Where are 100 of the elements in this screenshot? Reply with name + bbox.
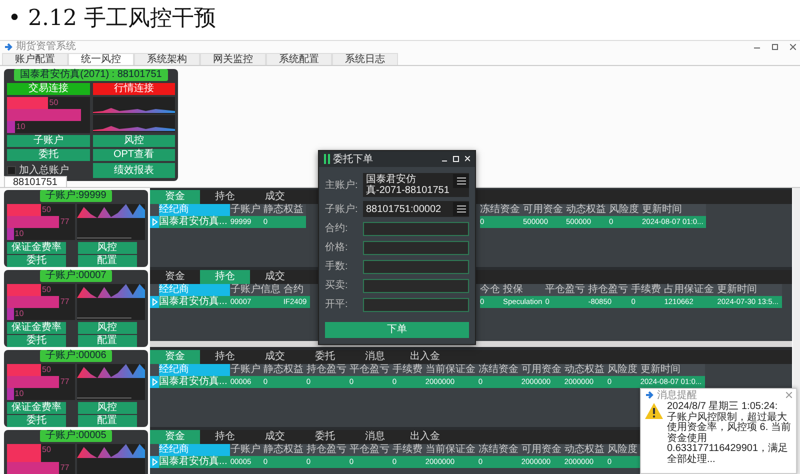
tab[interactable]: 统一风控 [68, 53, 134, 65]
column-header: 今仓 [480, 284, 503, 296]
row-indicator[interactable] [150, 376, 159, 388]
action-button[interactable]: 配置 [78, 255, 137, 267]
page-heading: • 2.12 手工风控干预 [7, 5, 217, 33]
column-header: 子账户 [230, 364, 264, 376]
action-button[interactable]: 保证金费率 [7, 402, 66, 414]
column-header: 经纪商 [159, 364, 230, 376]
action-button[interactable]: 委托 [7, 335, 66, 347]
action-button[interactable]: 保证金费率 [7, 322, 66, 334]
column-header: 冻结资金 [478, 444, 522, 456]
menu-button[interactable] [453, 174, 469, 188]
app-icon [324, 154, 330, 164]
table-cell: 国泰君安仿真... [159, 456, 230, 468]
sparkline-drawing [77, 284, 145, 320]
action-button[interactable]: 风控 [78, 242, 137, 254]
input-field[interactable] [363, 298, 469, 312]
action-button[interactable]: 保证金费率 [7, 242, 66, 254]
column-header: 手续费 [631, 284, 664, 296]
column-header: 动态权益 [564, 444, 608, 456]
tab[interactable]: 网关监控 [200, 53, 266, 65]
field-label: 主账户: [325, 178, 359, 192]
connection-button[interactable]: 行情连接 [92, 83, 175, 95]
tab[interactable]: 系统配置 [266, 53, 332, 65]
tab[interactable]: 持仓 [200, 190, 250, 204]
action-button[interactable]: 配置 [78, 335, 137, 347]
column-header: 占用保证金 [664, 284, 718, 296]
row-pointer-icon [152, 218, 158, 226]
column-header: 更新时间 [717, 284, 782, 296]
row-pointer-icon [152, 298, 158, 306]
tab[interactable]: 系统日志 [332, 53, 398, 65]
submit-button[interactable]: 下单 [325, 322, 469, 338]
tab[interactable]: 资金 [150, 350, 200, 364]
action-button[interactable]: 委托 [7, 255, 66, 267]
bar-value: 50 [41, 366, 51, 374]
tab[interactable]: 成交 [250, 190, 300, 204]
column-header: 手续费 [392, 444, 426, 456]
column-header: 风险度 [609, 204, 642, 216]
row-indicator[interactable] [150, 296, 159, 308]
tab[interactable]: 消息 [350, 350, 400, 364]
tab[interactable]: 委托 [300, 350, 350, 364]
column-header: 风险度 [607, 364, 640, 376]
input-field[interactable] [363, 222, 469, 236]
action-button[interactable]: 风控 [78, 402, 137, 414]
menu-button[interactable] [453, 202, 469, 216]
tab[interactable]: 资金 [150, 430, 200, 444]
column-header: 投保 [503, 284, 546, 296]
header-corner [150, 204, 159, 216]
maximize-icon[interactable] [772, 44, 778, 50]
tab[interactable]: 委托 [300, 430, 350, 444]
tab[interactable]: 系统架构 [134, 53, 200, 65]
column-header: 静态权益 [263, 444, 306, 456]
action-button[interactable]: 绩效报表 [92, 163, 175, 178]
column-header: 合约 [283, 284, 310, 296]
action-button[interactable]: 风控 [78, 322, 137, 334]
column-header: 当前保证金 [425, 444, 478, 456]
menu-icon [456, 177, 466, 185]
tab[interactable]: 出入金 [400, 350, 450, 364]
tab[interactable]: 持仓 [200, 270, 250, 284]
tab[interactable]: 账户配置 [2, 53, 68, 65]
action-button[interactable]: 委托 [7, 415, 66, 427]
input-field[interactable] [363, 240, 469, 254]
row-indicator[interactable] [150, 456, 159, 468]
input-field[interactable] [363, 260, 469, 274]
account-title: 子账户:99999 [40, 190, 112, 202]
column-header: 手续费 [392, 364, 426, 376]
action-button[interactable]: 委托 [7, 149, 90, 161]
action-button[interactable]: 子账户 [7, 135, 90, 147]
tab[interactable]: 持仓 [200, 430, 250, 444]
tab[interactable]: 持仓 [200, 350, 250, 364]
action-button[interactable]: 配置 [78, 415, 137, 427]
column-header: 更新时间 [640, 364, 705, 376]
action-button[interactable]: 风控 [92, 135, 175, 147]
account-select[interactable]: 88101751:00002 [363, 201, 469, 217]
account-select[interactable]: 国泰君安仿真-2071-88101751 [363, 173, 469, 197]
dialog-title: 委托下单 [333, 152, 373, 166]
account-title: 国泰君安仿真(2071) : 88101751 [14, 69, 168, 81]
row-indicator[interactable] [150, 216, 159, 228]
tab[interactable]: 成交 [250, 270, 300, 284]
column-header: 子账户 [230, 204, 264, 216]
action-button[interactable]: OPT查看 [92, 149, 175, 161]
menu-icon [456, 205, 466, 213]
input-field[interactable] [363, 278, 469, 292]
column-header: 更新时间 [642, 204, 706, 216]
window-title: 期货资管系统 [16, 41, 76, 53]
column-header: 冻结资金 [480, 204, 523, 216]
tab[interactable]: 出入金 [400, 430, 450, 444]
header-corner [150, 284, 159, 296]
tab[interactable]: 消息 [350, 430, 400, 444]
tab[interactable]: 资金 [150, 270, 200, 284]
tab[interactable]: 成交 [250, 430, 300, 444]
field-label: 手数: [325, 260, 349, 274]
checkbox[interactable] [7, 166, 16, 175]
tab[interactable]: 成交 [250, 350, 300, 364]
arrow-icon [645, 390, 654, 400]
connection-button[interactable]: 交易连接 [7, 83, 90, 95]
tab[interactable]: 资金 [150, 190, 200, 204]
close-icon[interactable] [790, 44, 796, 50]
account-tab[interactable]: 88101751 [4, 176, 66, 187]
column-header: 持仓盈亏 [306, 444, 350, 456]
